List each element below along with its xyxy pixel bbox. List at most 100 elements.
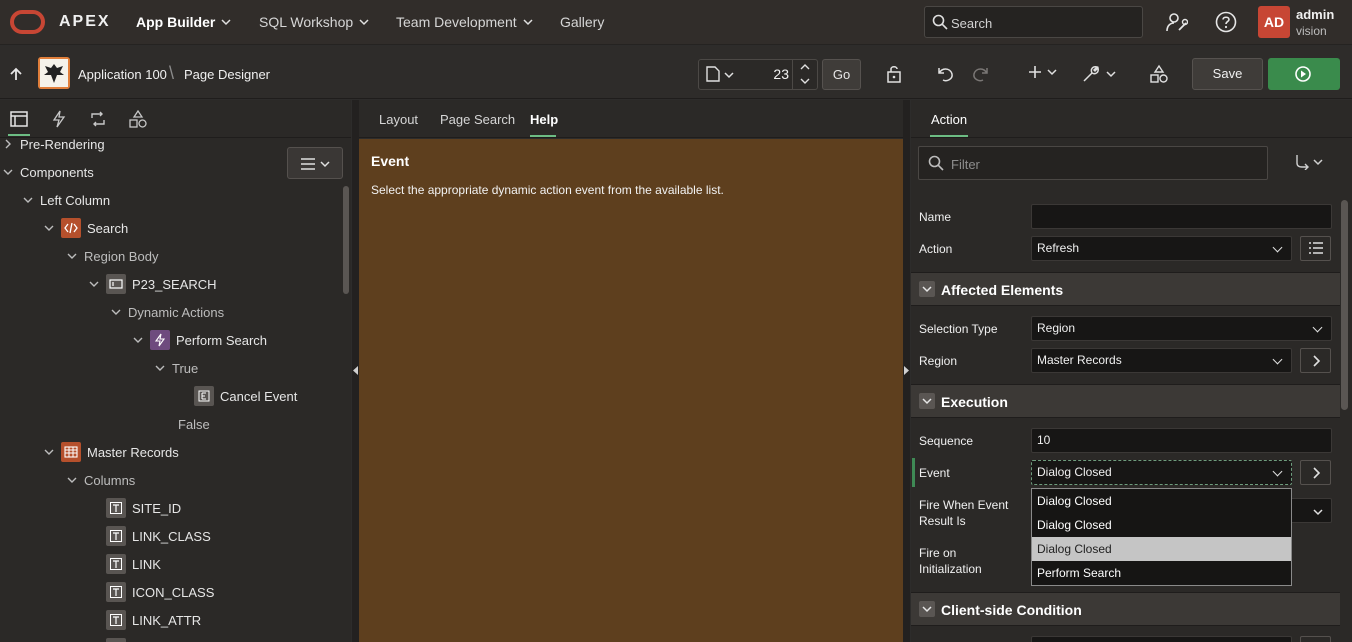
help-title: Event (371, 153, 410, 169)
chevron-down-icon[interactable] (43, 446, 55, 458)
tree-node-columns[interactable]: Columns (66, 466, 135, 494)
breadcrumb-separator: \ (169, 63, 175, 83)
event-option[interactable]: Perform Search (1032, 561, 1291, 585)
utilities-menu-button[interactable] (1081, 64, 1116, 84)
redo-icon[interactable] (971, 64, 991, 84)
action-list-button[interactable] (1300, 236, 1331, 261)
undo-icon[interactable] (935, 64, 955, 84)
tree-node-master-records[interactable]: Master Records (43, 438, 179, 466)
action-select[interactable]: Refresh (1031, 236, 1292, 261)
tree-node-true[interactable]: True (154, 354, 198, 382)
shared-components-tab-icon[interactable] (129, 110, 147, 128)
tree-node-link[interactable]: LINK (106, 550, 161, 578)
selection-type-select[interactable]: Region (1031, 316, 1332, 341)
user-avatar[interactable]: AD (1258, 6, 1290, 38)
tree-node-dynamic-actions[interactable]: Dynamic Actions (110, 298, 224, 326)
chevron-down-icon[interactable] (66, 474, 78, 486)
tab-layout[interactable]: Layout (379, 112, 418, 127)
property-editor-scrollbar[interactable] (1341, 200, 1348, 410)
chevron-down-icon[interactable] (43, 222, 55, 234)
tree-label: ICON_CLASS (132, 584, 215, 600)
tree-node-perform-search[interactable]: Perform Search (132, 326, 267, 354)
chevron-down-icon[interactable] (110, 306, 122, 318)
dynamic-actions-tab-icon[interactable] (50, 110, 68, 128)
chevron-down-icon[interactable] (132, 334, 144, 346)
tree-node-site-id[interactable]: SITE_ID (106, 494, 181, 522)
go-button[interactable]: Go (822, 59, 861, 90)
page-number-input[interactable]: 23 (745, 66, 789, 82)
chevron-down-icon (1106, 71, 1116, 78)
sequence-field[interactable]: 10 (1031, 428, 1332, 453)
chevron-down-icon[interactable] (2, 166, 14, 178)
chevron-right-icon[interactable] (2, 138, 14, 150)
tree-node-icon-class[interactable]: ICON_CLASS (106, 578, 214, 606)
collapse-right-icon[interactable] (904, 366, 909, 375)
region-select[interactable]: Master Records (1031, 348, 1292, 373)
tab-help[interactable]: Help (530, 112, 558, 127)
page-number-stepper[interactable] (792, 60, 817, 89)
tree-node-p23-search[interactable]: P23_SEARCH (88, 270, 217, 298)
chevron-down-icon[interactable] (66, 250, 78, 262)
tree-menu-button[interactable] (287, 147, 343, 179)
chevron-down-icon[interactable] (88, 278, 100, 290)
event-select[interactable]: Dialog Closed (1031, 460, 1292, 485)
event-option-highlighted[interactable]: Dialog Closed (1032, 537, 1291, 561)
event-option[interactable]: Dialog Closed (1032, 513, 1291, 537)
oracle-logo[interactable] (10, 10, 45, 34)
shared-components-icon[interactable] (1149, 64, 1169, 84)
text-column-icon (106, 610, 126, 630)
chevron-down-icon (922, 606, 932, 613)
tab-action[interactable]: Action (931, 112, 967, 127)
tree-node-false[interactable]: False (178, 410, 210, 438)
save-button[interactable]: Save (1192, 58, 1263, 90)
run-page-button[interactable] (1268, 58, 1340, 90)
tree-node-components[interactable]: Components (2, 158, 94, 186)
nav-sql-workshop-label: SQL Workshop (259, 14, 354, 30)
chevron-down-icon[interactable] (22, 194, 34, 206)
chevron-down-icon[interactable] (800, 77, 810, 85)
tree-node-link-class[interactable]: LINK_CLASS (106, 522, 211, 550)
collapse-section-icon[interactable] (919, 281, 935, 297)
collapse-left-icon[interactable] (353, 366, 358, 375)
tree-node-search-region[interactable]: Search (43, 214, 128, 242)
right-splitter[interactable] (903, 100, 910, 642)
apex-brand[interactable]: APEX (59, 13, 111, 31)
nav-gallery[interactable]: Gallery (560, 14, 604, 30)
administration-icon[interactable] (1166, 11, 1188, 33)
left-tree-scrollbar[interactable] (343, 186, 349, 294)
lock-page-icon[interactable] (885, 64, 905, 84)
event-option[interactable]: Dialog Closed (1032, 489, 1291, 513)
go-to-region-button[interactable] (1300, 348, 1331, 373)
global-search-input[interactable]: Search (924, 6, 1143, 38)
chevron-down-icon[interactable] (154, 362, 166, 374)
tree-node-region-body[interactable]: Region Body (66, 242, 158, 270)
collapse-section-icon[interactable] (919, 601, 935, 617)
client-condition-side-button[interactable] (1300, 636, 1331, 642)
left-splitter[interactable] (352, 100, 359, 642)
name-field[interactable] (1031, 204, 1332, 229)
tree-node-left-column[interactable]: Left Column (22, 186, 110, 214)
play-icon (1295, 66, 1311, 82)
processing-tab-icon[interactable] (89, 110, 107, 128)
client-condition-type-select[interactable] (1031, 636, 1292, 642)
page-finder-button[interactable] (706, 66, 734, 82)
help-icon[interactable] (1215, 11, 1237, 33)
tree-node-pre-rendering[interactable]: Pre-Rendering (2, 130, 105, 158)
breadcrumb-application[interactable]: Application 100 (78, 67, 167, 82)
go-to-event-button[interactable] (1300, 460, 1331, 485)
tree-node-link-attr[interactable]: LINK_ATTR (106, 606, 201, 634)
tree-label: Region Body (84, 248, 159, 264)
arrow-up-icon[interactable] (10, 67, 22, 81)
go-to-group-button[interactable] (1294, 154, 1323, 170)
nav-app-builder[interactable]: App Builder (136, 14, 231, 30)
create-menu-button[interactable] (1028, 65, 1057, 79)
nav-team-development[interactable]: Team Development (396, 14, 533, 30)
tab-page-search[interactable]: Page Search (440, 112, 515, 127)
property-filter-input[interactable]: Filter (918, 146, 1268, 180)
chevron-up-icon[interactable] (800, 63, 810, 71)
collapse-section-icon[interactable] (919, 393, 935, 409)
rendering-tab-icon[interactable] (10, 110, 28, 128)
user-name[interactable]: admin (1296, 7, 1334, 22)
nav-sql-workshop[interactable]: SQL Workshop (259, 14, 369, 30)
tree-node-cancel-event[interactable]: Cancel Event (194, 382, 297, 410)
